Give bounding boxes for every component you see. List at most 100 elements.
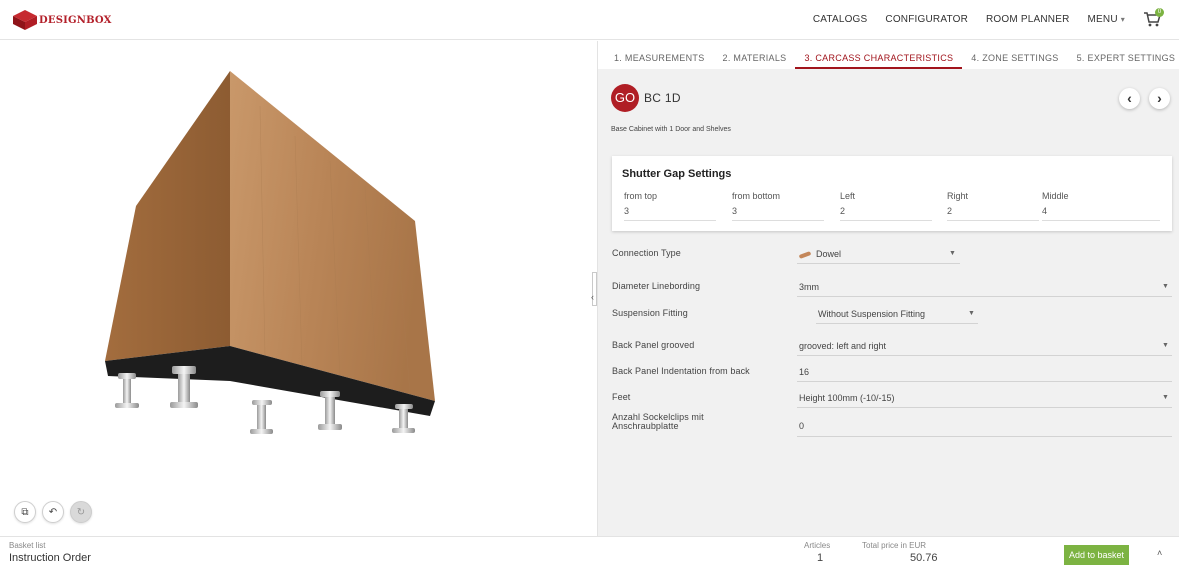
feet-select[interactable]: Height 100mm (-10/-15): [799, 393, 895, 403]
chevron-down-icon: ▾: [1120, 15, 1125, 24]
main-nav: CATALOGS CONFIGURATOR ROOM PLANNER MENU ▾: [813, 14, 1125, 25]
chevron-up-icon[interactable]: ˄: [1157, 548, 1162, 558]
chevron-down-icon[interactable]: ▼: [1162, 394, 1169, 401]
sockelclips-row: Anzahl Sockelclips mit Anschraubplatte 0: [612, 410, 1172, 440]
chevron-down-icon[interactable]: ▼: [949, 250, 956, 257]
sockelclips-label: Anzahl Sockelclips mit Anschraubplatte: [612, 412, 704, 431]
chevron-left-icon[interactable]: ‹: [591, 292, 594, 302]
app-header: DESIGNBOX CATALOGS CONFIGURATOR ROOM PLA…: [0, 0, 1179, 40]
gap-input[interactable]: 2: [840, 206, 932, 221]
suspension-label: Suspension Fitting: [612, 308, 688, 318]
suspension-row: Suspension Fitting Without Suspension Fi…: [612, 303, 1172, 325]
diameter-row: Diameter Linebording 3mm ▼: [612, 276, 1172, 298]
basket-footer: Basket list Instruction Order Articles 1…: [0, 536, 1179, 566]
viewport-toolbar: ⧉ ↶ ↻: [14, 501, 92, 523]
shutter-gap-title: Shutter Gap Settings: [622, 168, 732, 180]
chevron-right-icon: ›: [1157, 90, 1162, 106]
gap-label: from top: [624, 191, 658, 201]
gap-input[interactable]: 2: [947, 206, 1039, 221]
product-header: GO BC 1D: [611, 84, 681, 112]
cabinet-3d-model[interactable]: [90, 66, 450, 456]
chevron-down-icon[interactable]: ▼: [1162, 342, 1169, 349]
diameter-select[interactable]: 3mm: [799, 282, 819, 292]
field-underline: [797, 436, 1172, 437]
chevron-down-icon[interactable]: ▼: [1162, 283, 1169, 290]
feet-row: Feet Height 100mm (-10/-15) ▼: [612, 387, 1172, 409]
previous-product-button[interactable]: ‹: [1119, 88, 1140, 109]
product-badge: GO: [611, 84, 639, 112]
tab-expert-settings[interactable]: 5. EXPERT SETTINGS: [1068, 41, 1179, 69]
back-panel-select[interactable]: grooved: left and right: [799, 341, 886, 351]
articles-count: 1: [817, 552, 824, 564]
articles-label: Articles: [804, 541, 831, 550]
connection-type-value: Dowel: [816, 249, 842, 259]
basket-list-label: Basket list: [9, 541, 46, 550]
back-indent-input[interactable]: 16: [799, 367, 809, 377]
cart-button[interactable]: 0: [1143, 8, 1164, 28]
tab-materials[interactable]: 2. MATERIALS: [714, 41, 796, 69]
field-underline: [797, 263, 960, 264]
gap-input[interactable]: 3: [624, 206, 716, 221]
field-underline: [797, 355, 1172, 356]
basket-name[interactable]: Instruction Order: [9, 552, 91, 564]
next-product-button[interactable]: ›: [1149, 88, 1170, 109]
copy-button[interactable]: ⧉: [14, 501, 36, 523]
gap-input[interactable]: 4: [1042, 206, 1160, 221]
back-panel-label: Back Panel grooved: [612, 340, 695, 350]
nav-configurator[interactable]: CONFIGURATOR: [885, 14, 968, 25]
add-to-basket-button[interactable]: Add to basket: [1064, 545, 1130, 565]
field-underline: [816, 323, 978, 324]
product-navigation: ‹ ›: [1119, 88, 1170, 109]
gap-input[interactable]: 3: [732, 206, 824, 221]
nav-catalogs[interactable]: CATALOGS: [813, 14, 868, 25]
redo-button[interactable]: ↻: [70, 501, 92, 523]
tab-measurements[interactable]: 1. MEASUREMENTS: [598, 41, 714, 69]
gap-field-right[interactable]: Right 2: [947, 191, 1039, 221]
product-description: Base Cabinet with 1 Door and Shelves: [611, 126, 731, 133]
connection-type-row: Connection Type Dowel ▼: [612, 243, 1172, 265]
nav-menu[interactable]: MENU ▾: [1088, 14, 1125, 25]
diameter-label: Diameter Linebording: [612, 281, 701, 291]
step-tabs: 1. MEASUREMENTS 2. MATERIALS 3. CARCASS …: [598, 41, 1179, 69]
gap-label: from bottom: [732, 191, 781, 201]
field-underline: [797, 296, 1172, 297]
gap-field-left[interactable]: Left 2: [840, 191, 932, 221]
chevron-left-icon: ‹: [1127, 90, 1132, 106]
tab-zone-settings[interactable]: 4. ZONE SETTINGS: [962, 41, 1067, 69]
redo-icon: ↻: [76, 506, 86, 518]
gap-field-middle[interactable]: Middle 4: [1042, 191, 1160, 221]
connection-type-select[interactable]: Dowel: [798, 249, 842, 259]
back-panel-row: Back Panel grooved grooved: left and rig…: [612, 335, 1172, 357]
product-code: BC 1D: [644, 91, 681, 105]
brand-logo[interactable]: DESIGNBOX: [12, 9, 112, 31]
field-underline: [797, 407, 1172, 408]
gap-label: Left: [840, 191, 856, 201]
back-indent-label: Back Panel Indentation from back: [612, 366, 750, 376]
field-underline: [797, 381, 1172, 382]
3d-viewport[interactable]: ⧉ ↶ ↻: [0, 41, 592, 536]
suspension-select[interactable]: Without Suspension Fitting: [818, 309, 925, 319]
total-price-value: 50.76: [910, 552, 938, 564]
connection-type-label: Connection Type: [612, 248, 681, 258]
copy-icon: ⧉: [21, 506, 29, 518]
total-price-label: Total price in EUR: [862, 541, 927, 550]
dowel-icon: [798, 250, 812, 259]
nav-menu-label: MENU: [1087, 14, 1118, 25]
nav-room-planner[interactable]: ROOM PLANNER: [986, 14, 1070, 25]
sockelclips-input[interactable]: 0: [799, 421, 804, 431]
undo-icon: ↶: [48, 506, 58, 518]
configuration-panel: 1. MEASUREMENTS 2. MATERIALS 3. CARCASS …: [597, 41, 1179, 536]
undo-button[interactable]: ↶: [42, 501, 64, 523]
gap-field-from-bottom[interactable]: from bottom 3: [732, 191, 824, 221]
chevron-down-icon[interactable]: ▼: [968, 310, 975, 317]
feet-label: Feet: [612, 392, 631, 402]
brand-name: DESIGNBOX: [39, 14, 112, 26]
tab-carcass-characteristics[interactable]: 3. CARCASS CHARACTERISTICS: [795, 41, 963, 69]
back-indent-row: Back Panel Indentation from back 16: [612, 361, 1172, 383]
cart-count-badge: 0: [1155, 8, 1164, 17]
gap-label: Middle: [1042, 191, 1069, 201]
shutter-gap-card: Shutter Gap Settings from top 3 from bot…: [612, 156, 1172, 231]
logo-cube-icon: [13, 10, 37, 30]
gap-label: Right: [947, 191, 969, 201]
gap-field-from-top[interactable]: from top 3: [624, 191, 716, 221]
